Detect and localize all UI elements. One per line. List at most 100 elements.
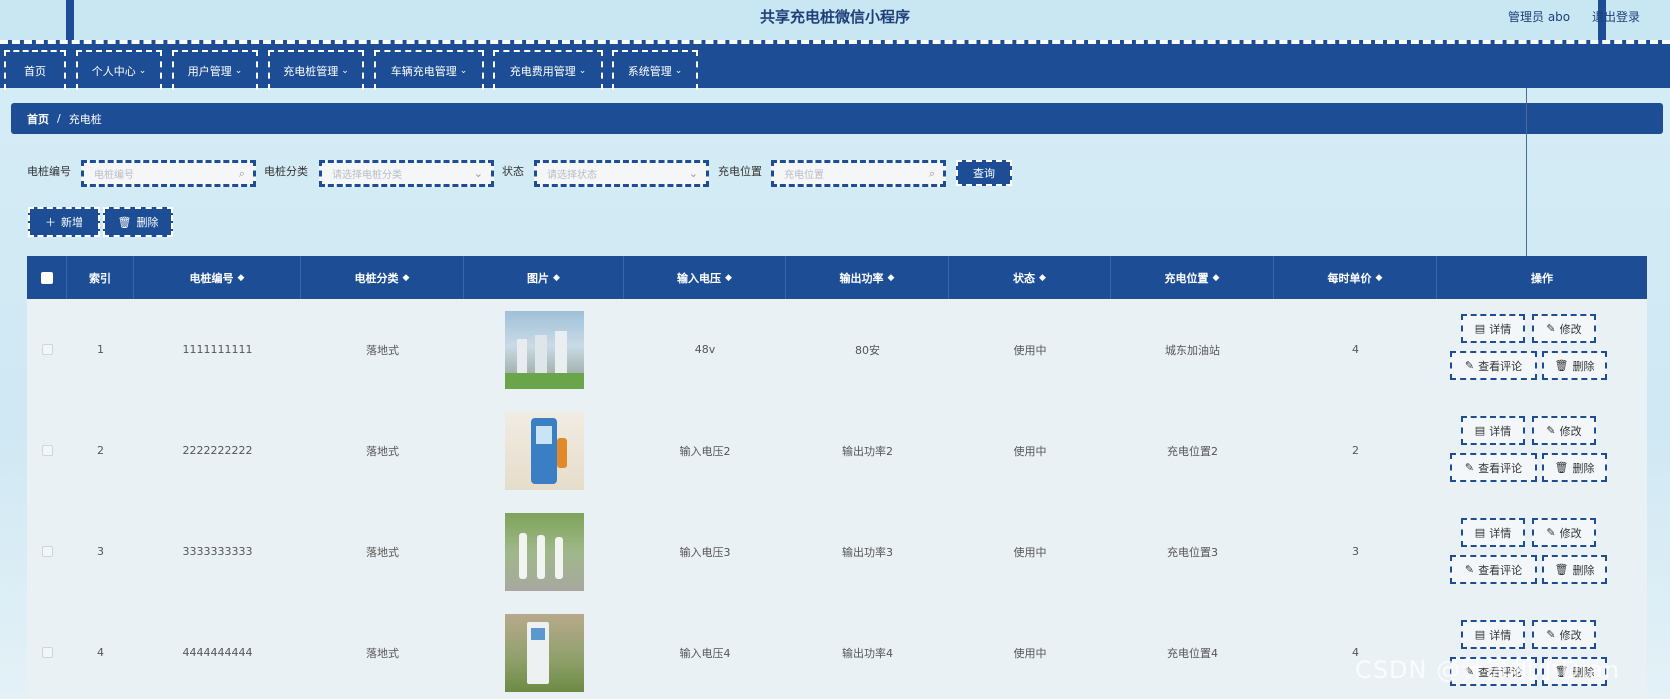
- pencil-icon: ✎: [1546, 424, 1556, 437]
- view-reviews-button[interactable]: ✎ 查看评论: [1450, 351, 1537, 380]
- view-reviews-button[interactable]: ✎ 查看评论: [1450, 555, 1537, 584]
- cell-price: 4: [1352, 343, 1359, 356]
- row-checkbox[interactable]: [41, 344, 53, 355]
- cell-status: 使用中: [1013, 545, 1047, 559]
- cell-index: 2: [97, 444, 104, 457]
- sort-icon: ◆: [1212, 272, 1220, 283]
- col-image[interactable]: 图片 ◆: [464, 256, 624, 299]
- charger-photo[interactable]: [504, 512, 584, 591]
- sort-icon: ◆: [553, 272, 560, 283]
- nav-item-user-management[interactable]: 用户管理 ⌄: [172, 50, 258, 90]
- delete-button[interactable]: 🗑 删除: [1542, 351, 1607, 380]
- col-location[interactable]: 充电位置 ◆: [1111, 256, 1274, 299]
- chevron-down-icon: ⌄: [578, 66, 587, 76]
- chevron-down-icon: ⌄: [688, 167, 698, 180]
- batch-delete-button[interactable]: 🗑 删除: [103, 207, 173, 237]
- row-checkbox[interactable]: [41, 647, 53, 658]
- pencil-icon: ✎: [1546, 322, 1556, 335]
- breadcrumb-separator: /: [57, 112, 61, 125]
- current-user-label: 管理员 abo: [1508, 10, 1571, 24]
- pencil-icon: ✎: [1464, 563, 1475, 576]
- col-status[interactable]: 状态 ◆: [949, 256, 1111, 299]
- cell-index: 1: [97, 343, 104, 356]
- charger-photo[interactable]: [504, 310, 584, 389]
- cell-code: 4444444444: [182, 646, 253, 659]
- pencil-icon: ✎: [1464, 461, 1475, 474]
- cell-power: 80安: [855, 343, 880, 357]
- status-label: 状态: [502, 165, 524, 178]
- query-button[interactable]: 查询: [956, 160, 1012, 186]
- cell-price: 2: [1352, 444, 1359, 457]
- detail-button[interactable]: ▤ 详情: [1461, 314, 1525, 343]
- cell-code: 1111111111: [182, 343, 253, 356]
- cell-power: 输出功率2: [842, 444, 893, 458]
- detail-button[interactable]: ▤ 详情: [1461, 518, 1525, 547]
- trash-icon: 🗑: [1554, 461, 1569, 474]
- trash-icon: 🗑: [1554, 359, 1569, 372]
- sort-icon: ◆: [1039, 272, 1046, 283]
- chevron-down-icon: ⌄: [473, 167, 483, 180]
- row-checkbox[interactable]: [41, 445, 53, 456]
- nav-item-system-management[interactable]: 系统管理 ⌄: [612, 50, 698, 90]
- cell-image: [464, 602, 624, 699]
- detail-button[interactable]: ▤ 详情: [1461, 620, 1525, 649]
- app-header: 共享充电桩微信小程序 管理员 abo 退出登录: [0, 0, 1670, 40]
- cell-voltage: 输入电压2: [679, 444, 731, 458]
- nav-item-vehicle-charging[interactable]: 车辆充电管理 ⌄: [374, 50, 484, 90]
- col-voltage[interactable]: 输入电压 ◆: [624, 256, 786, 299]
- edit-button[interactable]: ✎ 修改: [1532, 518, 1596, 547]
- edit-button[interactable]: ✎ 修改: [1532, 314, 1596, 343]
- breadcrumb-home[interactable]: 首页: [27, 111, 49, 127]
- sort-icon: ◆: [402, 272, 410, 283]
- location-label: 充电位置: [718, 165, 762, 178]
- charger-photo[interactable]: [504, 411, 584, 490]
- document-icon: ▤: [1474, 628, 1486, 641]
- cell-image: [464, 501, 624, 602]
- breadcrumb-current: 充电桩: [68, 112, 102, 126]
- status-select[interactable]: 请选择状态 ⌄: [534, 160, 709, 187]
- logout-link[interactable]: 退出登录: [1592, 8, 1640, 25]
- search-icon: ⌕: [238, 167, 245, 180]
- detail-button[interactable]: ▤ 详情: [1461, 416, 1525, 445]
- pencil-icon: ✎: [1546, 628, 1556, 641]
- category-select[interactable]: 请选择电桩分类 ⌄: [319, 160, 494, 187]
- add-button[interactable]: ＋ 新增: [28, 207, 100, 237]
- location-search-input[interactable]: 充电位置 ⌕: [771, 160, 946, 187]
- view-reviews-button[interactable]: ✎ 查看评论: [1450, 453, 1537, 482]
- delete-button[interactable]: 🗑 删除: [1542, 453, 1607, 482]
- code-search-input[interactable]: 电桩编号 ⌕: [81, 160, 256, 187]
- row-checkbox-cell: [27, 501, 67, 602]
- select-all-checkbox[interactable]: [40, 271, 53, 284]
- cell-power: 输出功率4: [842, 646, 893, 660]
- select-all-cell: [27, 256, 67, 299]
- watermark: CSDN @计算机小Dian: [1355, 656, 1621, 684]
- col-power[interactable]: 输出功率 ◆: [786, 256, 949, 299]
- plus-icon: ＋: [45, 216, 56, 229]
- sort-icon: ◆: [725, 272, 732, 283]
- cell-category: 落地式: [366, 343, 399, 357]
- charger-photo[interactable]: [504, 613, 584, 692]
- sort-icon: ◆: [237, 272, 245, 283]
- cell-category: 落地式: [366, 646, 399, 660]
- col-code[interactable]: 电桩编号 ◆: [134, 256, 301, 299]
- charger-table: 索引 电桩编号 ◆ 电桩分类 ◆ 图片 ◆ 输入电压 ◆ 输出功率 ◆ 状态 ◆ 充电位置 ◆…: [27, 256, 1647, 699]
- delete-button[interactable]: 🗑 删除: [1542, 555, 1607, 584]
- nav-item-charging-fees[interactable]: 充电费用管理 ⌄: [493, 50, 603, 90]
- document-icon: ▤: [1474, 322, 1486, 335]
- cell-index: 4: [97, 646, 104, 659]
- cell-image: [464, 299, 624, 400]
- cell-voltage: 48v: [694, 343, 716, 356]
- row-checkbox[interactable]: [41, 546, 53, 557]
- nav-item-personal-center[interactable]: 个人中心 ⌄: [76, 50, 162, 90]
- edit-button[interactable]: ✎ 修改: [1532, 416, 1596, 445]
- nav-item-charger-management[interactable]: 充电桩管理 ⌄: [268, 50, 364, 90]
- col-price[interactable]: 每时单价 ◆: [1274, 256, 1437, 299]
- cell-voltage: 输入电压4: [679, 646, 731, 660]
- cell-location: 充电位置3: [1167, 545, 1218, 559]
- edit-button[interactable]: ✎ 修改: [1532, 620, 1596, 649]
- chevron-down-icon: ⌄: [341, 66, 349, 76]
- cell-power: 输出功率3: [842, 545, 893, 559]
- nav-item-home[interactable]: 首页: [4, 50, 66, 90]
- row-checkbox-cell: [27, 602, 67, 699]
- col-category[interactable]: 电桩分类 ◆: [301, 256, 464, 299]
